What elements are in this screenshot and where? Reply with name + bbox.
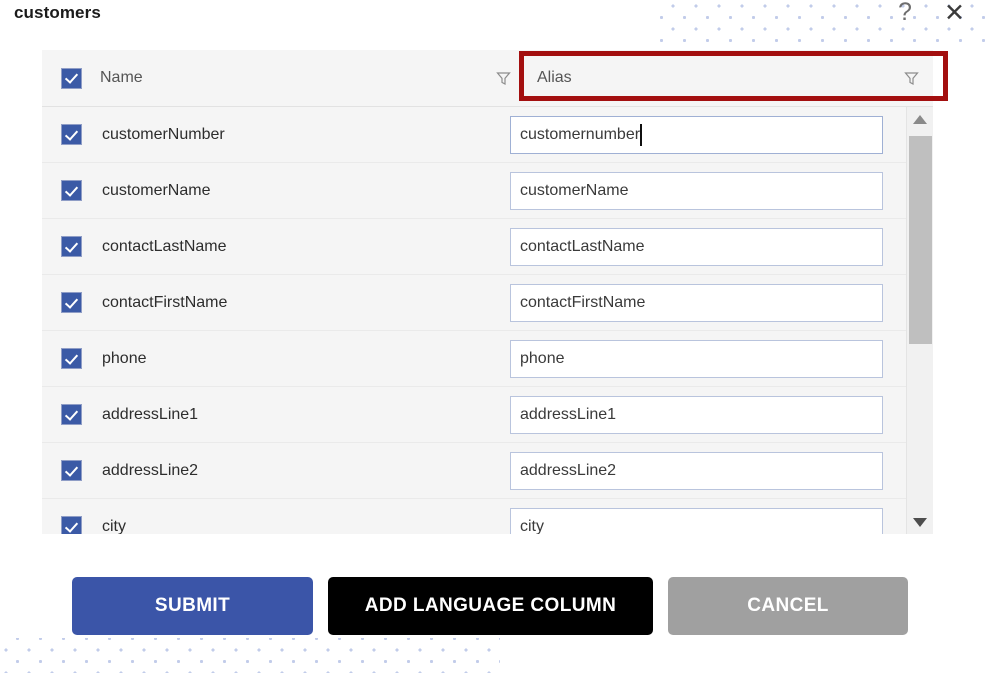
filter-funnel-icon[interactable]: [496, 71, 511, 86]
row-checkbox[interactable]: [60, 460, 82, 481]
row-checkbox[interactable]: [60, 180, 82, 201]
header-cell-name: Name: [100, 50, 521, 106]
row-column-name: customerName: [102, 181, 211, 199]
table-row: phone: [42, 331, 906, 387]
row-checkbox-cell[interactable]: [42, 180, 100, 201]
row-column-name: addressLine1: [102, 405, 199, 423]
row-alias-cell: [494, 451, 906, 490]
header-label-name: Name: [100, 69, 143, 86]
row-alias-cell: [494, 507, 906, 534]
row-column-name: addressLine2: [102, 461, 199, 479]
scrollbar-thumb[interactable]: [909, 136, 932, 344]
page-title: customers: [14, 3, 101, 22]
row-checkbox-cell[interactable]: [42, 124, 100, 145]
dialog-button-bar: SUBMIT ADD LANGUAGE COLUMN CANCEL: [0, 577, 990, 643]
row-column-name: contactLastName: [102, 237, 227, 255]
alias-input[interactable]: [510, 227, 883, 266]
row-checkbox-cell[interactable]: [42, 348, 100, 369]
table-rows-viewport: customerNumber customerName contactLastNam…: [42, 107, 906, 534]
header-label-alias: Alias: [537, 69, 572, 86]
cancel-button[interactable]: CANCEL: [668, 577, 908, 635]
close-x-icon[interactable]: ✕: [944, 1, 965, 26]
table-header-row: Name Alias: [42, 50, 933, 107]
alias-input[interactable]: [510, 115, 883, 154]
alias-input[interactable]: [510, 507, 883, 534]
alias-input[interactable]: [510, 171, 883, 210]
table-row: contactFirstName: [42, 275, 906, 331]
select-all-checkbox[interactable]: [60, 67, 82, 89]
scroll-up-arrow-icon[interactable]: [907, 107, 933, 131]
row-checkbox[interactable]: [60, 236, 82, 257]
scroll-down-arrow-icon[interactable]: [907, 510, 933, 534]
table-row: customerNumber: [42, 107, 906, 163]
row-alias-cell: [494, 115, 906, 154]
header-cell-alias: Alias: [521, 50, 933, 106]
row-checkbox[interactable]: [60, 292, 82, 313]
row-column-name: phone: [102, 349, 147, 367]
row-checkbox-cell[interactable]: [42, 236, 100, 257]
row-alias-cell: [494, 395, 906, 434]
alias-input[interactable]: [510, 395, 883, 434]
row-column-name: contactFirstName: [102, 293, 228, 311]
vertical-scrollbar[interactable]: [906, 107, 933, 534]
table-row: contactLastName: [42, 219, 906, 275]
add-language-column-button[interactable]: ADD LANGUAGE COLUMN: [328, 577, 653, 635]
row-column-name: city: [102, 517, 126, 535]
text-cursor: [640, 123, 642, 146]
row-checkbox-cell[interactable]: [42, 460, 100, 481]
submit-button[interactable]: SUBMIT: [72, 577, 313, 635]
row-checkbox[interactable]: [60, 124, 82, 145]
select-all-checkbox-cell[interactable]: [42, 67, 100, 89]
column-mapping-table: Name Alias customerNumber customerName con…: [42, 50, 933, 534]
alias-input[interactable]: [510, 283, 883, 322]
row-alias-cell: [494, 283, 906, 322]
filter-funnel-icon[interactable]: [904, 71, 919, 86]
row-alias-cell: [494, 227, 906, 266]
row-checkbox[interactable]: [60, 516, 82, 534]
row-alias-cell: [494, 171, 906, 210]
alias-input[interactable]: [510, 451, 883, 490]
row-checkbox-cell[interactable]: [42, 292, 100, 313]
question-mark-icon[interactable]: ?: [898, 0, 912, 25]
table-row: addressLine2: [42, 443, 906, 499]
row-column-name: customerNumber: [102, 125, 225, 143]
row-checkbox-cell[interactable]: [42, 516, 100, 534]
row-alias-cell: [494, 339, 906, 378]
row-checkbox[interactable]: [60, 348, 82, 369]
table-row: addressLine1: [42, 387, 906, 443]
alias-input[interactable]: [510, 339, 883, 378]
table-row: customerName: [42, 163, 906, 219]
row-checkbox-cell[interactable]: [42, 404, 100, 425]
row-checkbox[interactable]: [60, 404, 82, 425]
table-row: city: [42, 499, 906, 534]
